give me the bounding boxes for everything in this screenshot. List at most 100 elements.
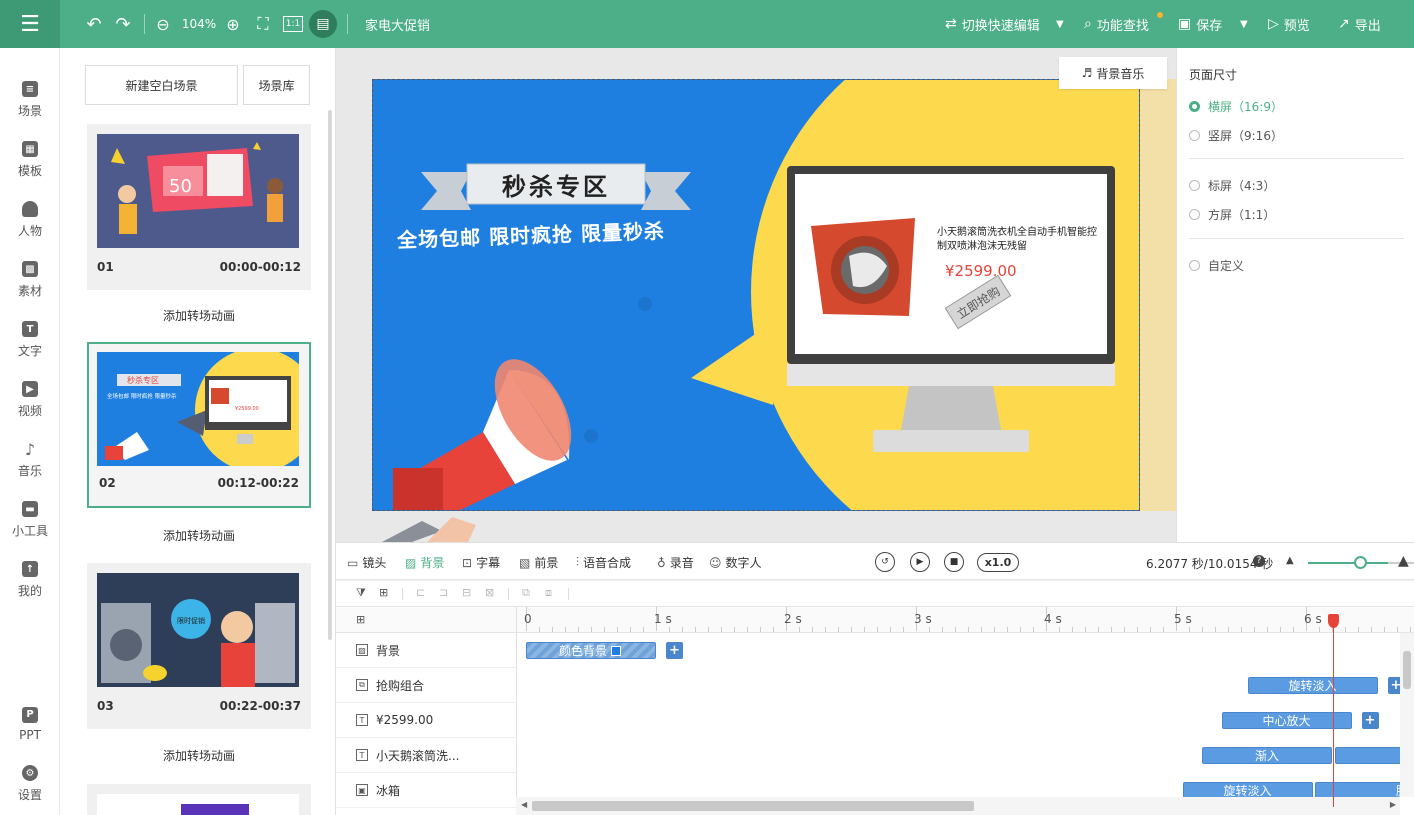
track-fridge[interactable]: ▣ 冰箱 [336,773,516,808]
align-right-icon[interactable]: ⊟ [462,586,471,599]
track-buy-group[interactable]: ⧉ 抢购组合 [336,668,516,703]
nav-my[interactable]: ↑ 我的 [0,552,60,608]
scene-card-04[interactable] [87,784,311,815]
timeline-clip[interactable]: 中心放大 [1221,712,1352,729]
add-animation-button[interactable]: + [666,642,683,659]
nav-person[interactable]: 人物 [0,192,60,248]
replay-icon[interactable]: ↺ [875,552,895,572]
speed-button[interactable]: x1.0 [977,553,1019,572]
tab-tts[interactable]: ⫶ 语音合成 [576,554,631,571]
add-transition-button[interactable]: 添加转场动画 [87,307,311,324]
background-music-button[interactable]: ♬ 背景音乐 [1059,57,1167,89]
zoom-slider-track[interactable] [1308,562,1388,564]
distribute-icon[interactable]: ⊠ [485,586,494,599]
new-blank-scene-button[interactable]: 新建空白场景 [85,65,238,105]
tab-subtitle[interactable]: ⊡ 字幕 [462,554,500,571]
scene-card-02[interactable]: 秒杀专区 全场包邮 限时疯抢 限量秒杀 ¥2599.00 02 00:12-00… [87,342,311,508]
scene-card-01[interactable]: 50 01 00:00-00:12 [87,124,311,290]
tab-record[interactable]: ♁ 录音 [657,554,694,571]
add-transition-button[interactable]: 添加转场动画 [87,747,311,764]
editing-canvas[interactable]: 秒杀专区 全场包邮 限时疯抢 限量秒杀 小天鹅滚筒洗衣机全自动手机智能控制双喷淋… [372,79,1140,511]
align-center-icon[interactable]: ⊐ [439,586,448,599]
playhead-handle[interactable] [1328,614,1339,628]
nav-music[interactable]: ♪ 音乐 [0,432,60,488]
menu-icon[interactable]: ☰ [0,0,60,48]
banner-title[interactable]: 秒杀专区 [467,164,645,204]
add-animation-button[interactable]: + [1387,677,1400,694]
project-title[interactable]: 家电大促销 [365,12,430,36]
zoom-out-mountain-icon[interactable]: ▲ [1286,555,1294,566]
time-ruler[interactable]: 0 1 s 2 s 3 s 4 s 5 s 6 s [516,607,1414,633]
timeline-clip[interactable]: 旋转淡入 [1247,677,1378,694]
play-icon[interactable]: ▶ [910,552,930,572]
size-option-9-16[interactable]: 竖屏（9:16） [1189,127,1283,144]
product-price[interactable]: ¥2599.00 [945,262,1017,280]
notification-dot [1157,12,1163,18]
add-transition-button[interactable]: 添加转场动画 [87,527,311,544]
nav-template[interactable]: ▦ 模板 [0,132,60,188]
tab-foreground[interactable]: ▧ 前景 [519,554,558,571]
nav-material[interactable]: ▩ 素材 [0,252,60,308]
undo-icon[interactable]: ↶ [84,12,104,36]
timeline-clip[interactable]: 颜色背景 [526,642,656,659]
chevron-down-icon[interactable]: ▼ [1240,12,1248,36]
tab-background[interactable]: ▨ 背景 [405,554,444,571]
playhead-line[interactable] [1333,615,1334,807]
nav-settings[interactable]: ⚙ 设置 [0,756,60,812]
properties-panel: 页面尺寸 横屏（16:9） 竖屏（9:16） 标屏（4:3） 方屏（1:1） 自… [1176,48,1414,542]
filter-icon[interactable]: ⧩ [356,586,366,600]
fullscreen-icon[interactable]: ⛶ [254,12,272,36]
scene-panel-scrollbar[interactable] [328,110,332,640]
track-product-name[interactable]: T 小天鹅滚筒洗... [336,738,516,773]
scene-library-button[interactable]: 场景库 [243,65,310,105]
zoom-in-icon[interactable]: ⊕ [224,12,242,36]
zoom-out-icon[interactable]: ⊖ [154,12,172,36]
nav-text[interactable]: T 文字 [0,312,60,368]
timeline-hscroll[interactable]: ◀ ▶ [516,797,1400,815]
ungroup-icon[interactable]: ⧈ [545,586,552,600]
save-label: 保存 [1196,18,1223,34]
timeline-vscroll[interactable] [1400,633,1414,797]
redo-icon[interactable]: ↷ [113,12,133,36]
switch-quick-edit-button[interactable]: ⇄ 切换快速编辑 [945,12,1040,36]
stop-icon[interactable]: ■ [944,552,964,572]
layers-icon[interactable]: ⊞ [379,586,388,599]
preview-button[interactable]: ▷ 预览 [1268,12,1310,36]
zoom-slider-handle[interactable] [1354,556,1367,569]
scene-card-03[interactable]: 限时促销 03 00:22-00:37 [87,563,311,729]
align-left-icon[interactable]: ⊏ [416,586,425,599]
timeline-clip[interactable]: 渐入 [1202,747,1332,764]
add-animation-button[interactable]: + [1361,712,1379,729]
ruler-minor-tick [1397,627,1398,632]
size-option-1-1[interactable]: 方屏（1:1） [1189,206,1275,223]
group-icon[interactable]: ⧉ [522,586,530,600]
zoom-in-mountain-icon[interactable]: ▲ [1398,553,1409,569]
feature-search-button[interactable]: ⌕ 功能查找 [1084,12,1149,36]
size-option-16-9[interactable]: 横屏（16:9） [1189,98,1283,115]
save-button[interactable]: ▣ 保存 [1178,12,1222,36]
clapper-icon[interactable]: ▤ [309,10,337,38]
nav-scene[interactable]: ≡ 场景 [0,72,60,128]
export-button[interactable]: ↗ 导出 [1338,12,1381,36]
timeline-clip[interactable]: 旋转淡入 [1182,782,1313,797]
grid-icon[interactable]: ⊞ [356,613,365,626]
nav-ppt[interactable]: P PPT [0,696,60,752]
size-option-4-3[interactable]: 标屏（4:3） [1189,177,1275,194]
timeline-clip[interactable]: 脉冲 [1334,747,1400,764]
nav-toolbox[interactable]: ▬ 小工具 [0,492,60,548]
product-name[interactable]: 小天鹅滚筒洗衣机全自动手机智能控制双喷淋泡沫无残留 [937,226,1099,254]
track-price[interactable]: T ¥2599.00 [336,703,516,738]
person-icon [22,201,38,217]
tab-digital-human[interactable]: ☺ 数字人 [709,554,762,571]
chevron-down-icon[interactable]: ▼ [1056,12,1064,36]
music-note-icon: ♬ [1081,66,1093,80]
color-swatch[interactable] [611,645,622,656]
svg-text:¥2599.00: ¥2599.00 [235,406,259,412]
timeline-clip[interactable]: 脉冲 [1315,782,1400,797]
ratio-1-1-icon[interactable]: 1:1 [283,16,303,32]
tab-camera[interactable]: ▭ 镜头 [347,554,386,571]
size-option-custom[interactable]: 自定义 [1189,257,1244,274]
track-background[interactable]: ▨ 背景 [336,633,516,668]
nav-video[interactable]: ▶ 视频 [0,372,60,428]
help-icon[interactable]: ? [1253,555,1265,567]
